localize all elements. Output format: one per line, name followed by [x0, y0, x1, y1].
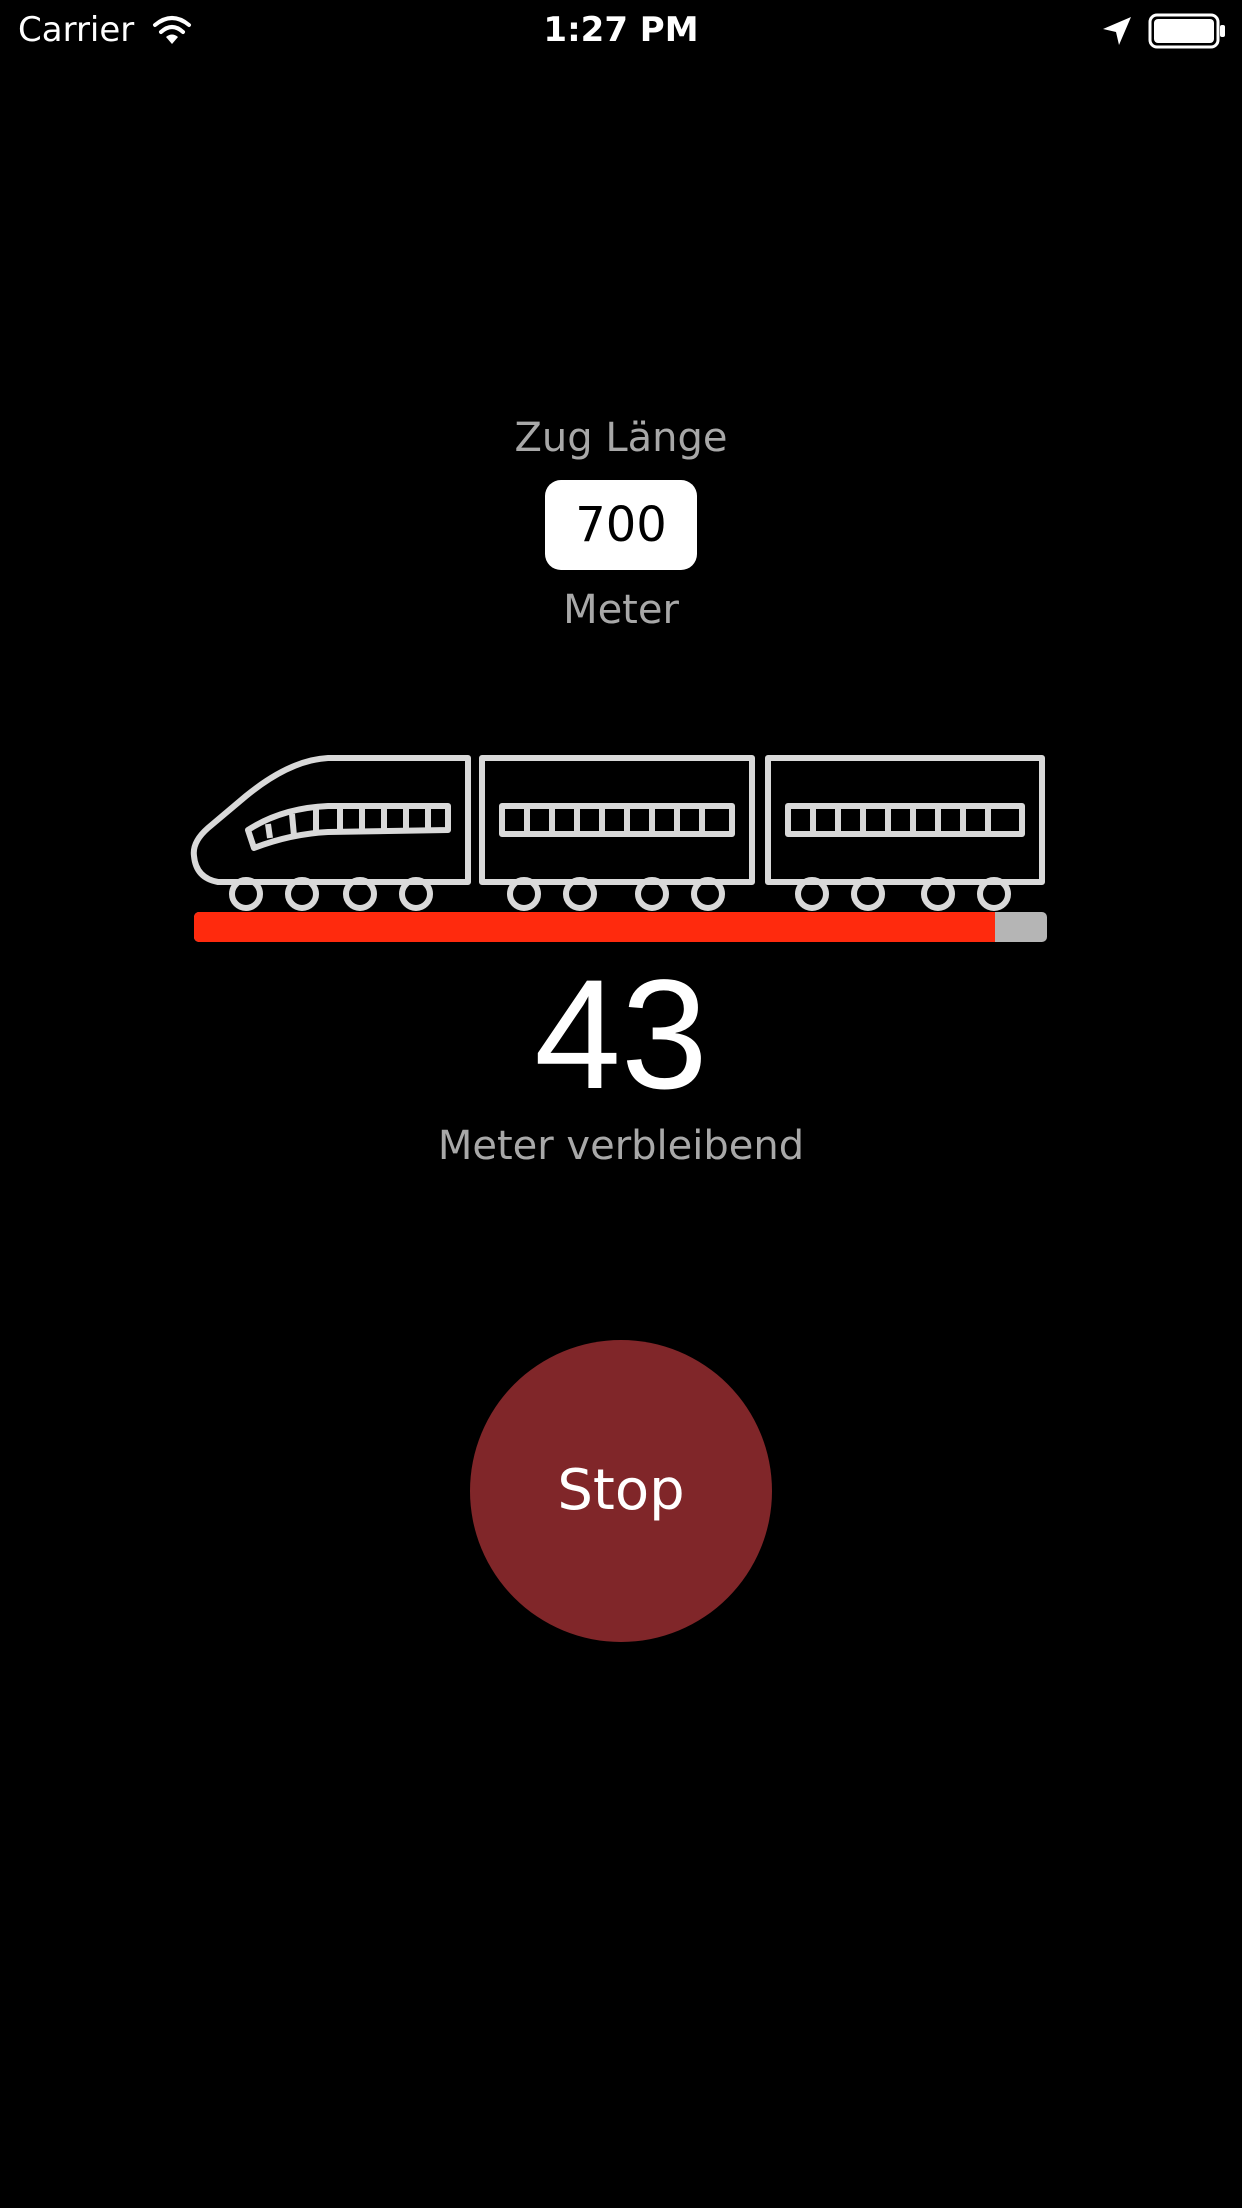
train-length-label: Zug Länge: [514, 415, 728, 461]
battery-icon: [1148, 13, 1225, 49]
stop-button[interactable]: Stop: [470, 1340, 772, 1642]
train-length-unit: Meter: [563, 587, 679, 633]
progress-bar: [194, 912, 1047, 942]
location-arrow-icon: [1103, 17, 1131, 45]
remaining-meters-label: Meter verbleibend: [437, 1123, 805, 1169]
status-time: 1:27 PM: [543, 10, 699, 50]
remaining-meters-value: 43: [534, 948, 708, 1122]
high-speed-train-icon: [190, 755, 1045, 911]
progress-fill: [194, 912, 995, 942]
status-bar: Carrier 1:27 PM: [0, 0, 1242, 60]
train-length-input[interactable]: [545, 480, 697, 570]
